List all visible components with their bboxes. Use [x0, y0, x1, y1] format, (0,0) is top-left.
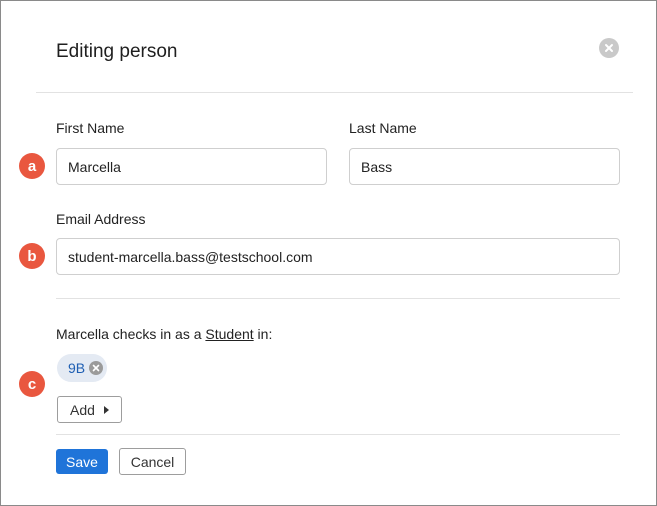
- checkin-description: Marcella checks in as a Student in:: [56, 326, 272, 342]
- header-divider: [36, 92, 633, 93]
- callout-marker-c: c: [19, 371, 45, 397]
- checkin-prefix: Marcella checks in as a: [56, 326, 206, 342]
- add-button-label: Add: [70, 401, 95, 418]
- checkin-suffix: in:: [253, 326, 273, 342]
- remove-x-icon: [92, 364, 100, 372]
- email-field[interactable]: [56, 238, 620, 275]
- remove-tag-button[interactable]: [89, 361, 104, 375]
- callout-marker-a: a: [19, 153, 45, 179]
- callout-marker-b: b: [19, 243, 45, 269]
- footer-divider: [56, 434, 620, 435]
- save-button[interactable]: Save: [56, 449, 108, 474]
- last-name-label: Last Name: [349, 120, 417, 136]
- first-name-field[interactable]: [56, 148, 327, 185]
- email-label: Email Address: [56, 211, 146, 227]
- first-name-label: First Name: [56, 120, 125, 136]
- add-group-button[interactable]: Add: [57, 396, 122, 423]
- group-tag: 9B: [57, 354, 108, 382]
- close-button[interactable]: [599, 38, 619, 58]
- caret-right-icon: [103, 405, 109, 414]
- edit-person-dialog: Editing person First Name Last Name a Em…: [0, 0, 657, 506]
- cancel-button[interactable]: Cancel: [119, 448, 186, 475]
- dialog-title: Editing person: [56, 41, 178, 62]
- last-name-field[interactable]: [349, 148, 620, 185]
- checkin-role-link[interactable]: Student: [205, 326, 253, 342]
- close-icon: [605, 44, 613, 52]
- section-divider: [56, 298, 620, 299]
- group-tag-label: 9B: [68, 360, 86, 376]
